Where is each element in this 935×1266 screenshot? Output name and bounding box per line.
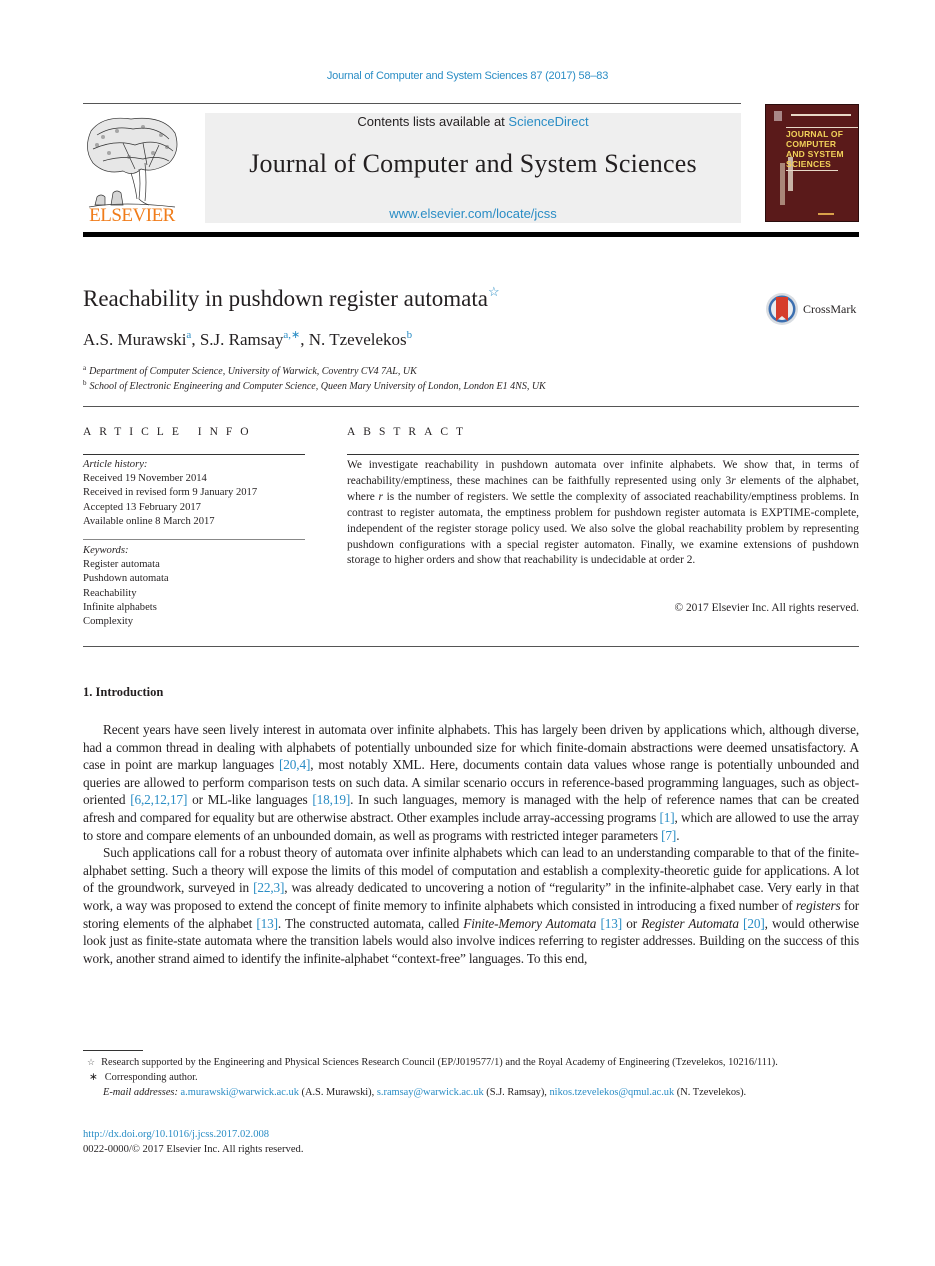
article-info-heading: ARTICLE INFO bbox=[83, 426, 257, 438]
keywords: Keywords: Register automata Pushdown aut… bbox=[83, 544, 169, 629]
elsevier-logo[interactable]: ELSEVIER bbox=[83, 113, 181, 226]
keywords-label: Keywords: bbox=[83, 545, 129, 556]
footnotes: ☆ Research supported by the Engineering a… bbox=[83, 1055, 859, 1100]
footnote-corresponding: ∗ Corresponding author. bbox=[89, 1072, 198, 1083]
footnote-funding: ☆ Research supported by the Engineering a… bbox=[87, 1057, 778, 1068]
header-rule bbox=[83, 103, 741, 104]
keywords-rule bbox=[83, 539, 305, 540]
abstract-heading: ABSTRACT bbox=[347, 426, 472, 438]
section-divider bbox=[83, 406, 859, 407]
author-list: A.S. Murawskia, S.J. Ramsaya,∗, N. Tzeve… bbox=[83, 329, 413, 349]
footnote-rule bbox=[83, 1050, 143, 1051]
journal-banner: Contents lists available at ScienceDirec… bbox=[205, 113, 741, 223]
author-name[interactable]: N. Tzevelekos bbox=[309, 330, 407, 349]
author-affil-mark[interactable]: a bbox=[186, 329, 191, 341]
citation-link[interactable]: [7] bbox=[661, 828, 676, 843]
author-affil-mark[interactable]: b bbox=[407, 329, 413, 341]
title-footnote-star-icon[interactable]: ☆ bbox=[488, 284, 500, 299]
doi-block: http://dx.doi.org/10.1016/j.jcss.2017.02… bbox=[83, 1128, 303, 1157]
section-heading-introduction: 1. Introduction bbox=[83, 685, 164, 699]
affiliation: a Department of Computer Science, Univers… bbox=[83, 364, 417, 377]
abstract-rule bbox=[347, 454, 859, 455]
keyword: Complexity bbox=[83, 616, 134, 628]
article-history-label: Article history: bbox=[83, 459, 148, 470]
affiliation: b School of Electronic Engineering and Co… bbox=[83, 379, 546, 392]
citation-link[interactable]: [6,2,12,17] bbox=[130, 792, 187, 807]
citation-link[interactable]: [22,3] bbox=[253, 880, 284, 895]
citation-link[interactable]: [20] bbox=[743, 916, 765, 931]
email-link[interactable]: nikos.tzevelekos@qmul.ac.uk bbox=[549, 1087, 674, 1098]
keyword: Reachability bbox=[83, 587, 137, 599]
abstract-copyright: © 2017 Elsevier Inc. All rights reserved… bbox=[674, 602, 859, 614]
footnote-star-icon: ☆ bbox=[87, 1057, 96, 1067]
elsevier-wordmark: ELSEVIER bbox=[89, 205, 175, 226]
citation-link[interactable]: [13] bbox=[256, 916, 278, 931]
cover-stripe bbox=[786, 170, 838, 171]
journal-title: Journal of Computer and System Sciences bbox=[249, 149, 697, 178]
history-item: Received 19 November 2014 bbox=[83, 473, 207, 485]
header-thick-rule bbox=[83, 232, 859, 237]
abstract-text: We investigate reachability in pushdown … bbox=[347, 459, 859, 567]
cover-stripe bbox=[786, 127, 858, 128]
author-affil-mark[interactable]: a,∗ bbox=[283, 329, 300, 341]
footnote-asterisk-icon: ∗ bbox=[89, 1072, 98, 1083]
history-item: Available online 8 March 2017 bbox=[83, 515, 215, 527]
introduction-body: Recent years have seen lively interest i… bbox=[83, 721, 859, 967]
article-history: Article history: Received 19 November 20… bbox=[83, 458, 257, 529]
crossmark-button[interactable]: CrossMark bbox=[765, 291, 865, 327]
cover-footer-mark bbox=[818, 213, 834, 215]
author-name[interactable]: A.S. Murawski bbox=[83, 330, 186, 349]
article-title: Reachability in pushdown register automa… bbox=[83, 284, 500, 311]
history-item: Accepted 13 February 2017 bbox=[83, 501, 201, 513]
cover-stripe bbox=[791, 114, 851, 116]
keyword: Infinite alphabets bbox=[83, 601, 157, 613]
footnote-emails: E-mail addresses: a.murawski@warwick.ac.… bbox=[103, 1087, 747, 1098]
journal-cover-image[interactable]: JOURNAL OF COMPUTER AND SYSTEM SCIENCES bbox=[765, 104, 859, 222]
citation-link[interactable]: [13] bbox=[601, 916, 623, 931]
citation-link[interactable]: [20,4] bbox=[279, 757, 310, 772]
email-link[interactable]: a.murawski@warwick.ac.uk bbox=[181, 1087, 299, 1098]
citation-link[interactable]: [1] bbox=[659, 810, 674, 825]
paragraph: Such applications call for a robust theo… bbox=[83, 845, 860, 966]
contents-line: Contents lists available at ScienceDirec… bbox=[357, 114, 589, 129]
section-divider bbox=[83, 646, 859, 647]
journal-url-link[interactable]: www.elsevier.com/locate/jcss bbox=[205, 206, 741, 221]
keyword: Pushdown automata bbox=[83, 573, 169, 585]
keyword: Register automata bbox=[83, 559, 160, 571]
cover-logo-mark bbox=[774, 111, 782, 121]
article-info-rule bbox=[83, 454, 305, 455]
cover-title: JOURNAL OF COMPUTER AND SYSTEM SCIENCES bbox=[786, 129, 844, 169]
citation-link[interactable]: [18,19] bbox=[312, 792, 350, 807]
crossmark-label: CrossMark bbox=[803, 302, 857, 316]
sciencedirect-link[interactable]: ScienceDirect bbox=[508, 114, 588, 129]
paragraph: Recent years have seen lively interest i… bbox=[83, 722, 860, 843]
cover-bar bbox=[780, 163, 785, 205]
history-item: Received in revised form 9 January 2017 bbox=[83, 487, 258, 499]
crossmark-icon bbox=[766, 293, 798, 325]
author-name[interactable]: S.J. Ramsay bbox=[200, 330, 284, 349]
doi-link[interactable]: http://dx.doi.org/10.1016/j.jcss.2017.02… bbox=[83, 1128, 303, 1143]
issn-copyright: 0022-0000/© 2017 Elsevier Inc. All right… bbox=[83, 1143, 304, 1155]
running-head[interactable]: Journal of Computer and System Sciences … bbox=[0, 70, 935, 82]
email-link[interactable]: s.ramsay@warwick.ac.uk bbox=[377, 1087, 484, 1098]
